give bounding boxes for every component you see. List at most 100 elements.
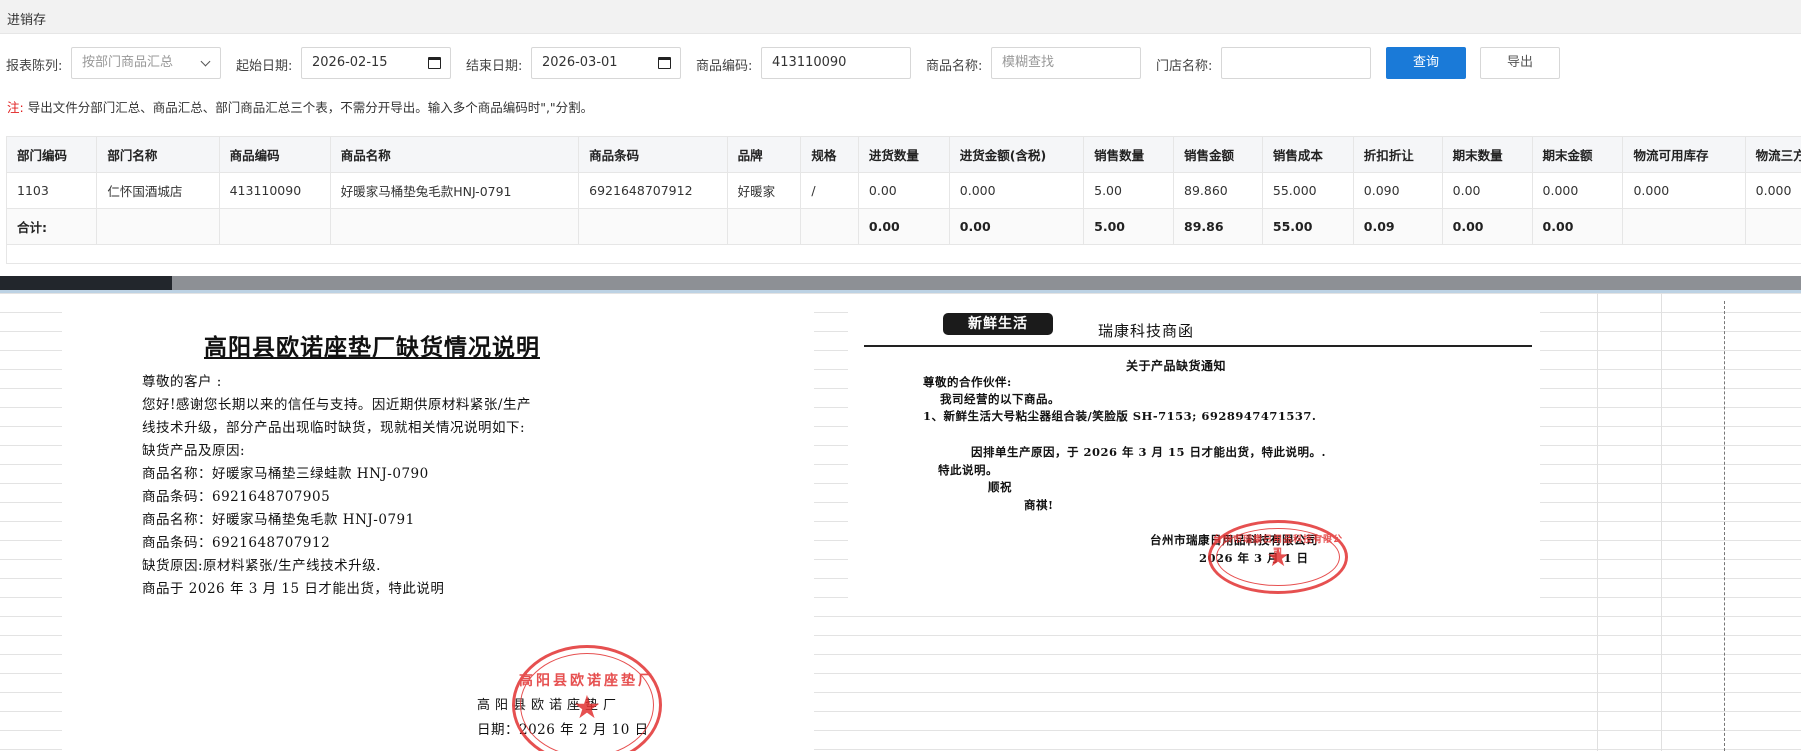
product-code-label: 商品编码:	[696, 59, 753, 74]
table-cell: 好暖家	[727, 172, 802, 209]
table-cell: 1103	[7, 172, 98, 209]
column-header[interactable]: 进货数量	[858, 137, 950, 173]
star-icon: ★	[572, 688, 602, 726]
table-cell: 0.090	[1353, 172, 1443, 209]
table-cell: 6921648707912	[578, 172, 728, 209]
document-line: 您好!感谢您长期以来的信任与支持。因近期供原材料紧张/生产	[142, 397, 531, 413]
end-date-value: 2026-03-01	[542, 55, 618, 70]
horizontal-scrollbar[interactable]	[0, 276, 1801, 290]
table-row[interactable]: 1103 仁怀国酒城店 413110090 好暖家马桶垫兔毛款HNJ-0791 …	[7, 172, 1801, 209]
document-line: 商品于 2026 年 3 月 15 日才能出货，特此说明	[142, 581, 445, 597]
scrollbar-thumb[interactable]	[0, 276, 172, 290]
document-title: 高阳县欧诺座垫厂缺货情况说明	[204, 334, 540, 361]
column-header[interactable]: 部门名称	[96, 137, 220, 173]
table-summary-row: 合计: 0.00 0.00 5.00 89.86 55.00 0.09 0.00…	[7, 208, 1801, 245]
summary-cell: 0.00	[1442, 208, 1533, 245]
summary-cell: 0.09	[1353, 208, 1443, 245]
report-table: 部门编码 部门名称 商品编码 商品名称 商品条码 品牌 规格 进货数量 进货金额…	[6, 136, 1801, 264]
summary-cell	[1622, 208, 1746, 245]
notice-line: 顺祝	[988, 480, 1012, 494]
start-date-label: 起始日期:	[236, 59, 293, 74]
table-cell: 55.000	[1262, 172, 1354, 209]
column-header[interactable]: 商品编码	[219, 137, 331, 173]
product-name-placeholder: 模糊查找	[1002, 55, 1055, 70]
end-date-input[interactable]: 2026-03-01	[531, 47, 681, 79]
table-cell: 5.00	[1083, 172, 1175, 209]
end-date-label: 结束日期:	[466, 59, 523, 74]
summary-cell	[219, 208, 331, 245]
table-cell: 0.000	[1622, 172, 1746, 209]
column-header[interactable]: 进货金额(含税)	[949, 137, 1085, 173]
summary-cell: 55.00	[1262, 208, 1354, 245]
document-line: 尊敬的客户 :	[142, 374, 222, 390]
column-header[interactable]: 销售成本	[1262, 137, 1354, 173]
company-seal-stamp: 高阳县欧诺座垫厂 ★	[512, 645, 662, 751]
product-code-value: 413110090	[772, 55, 847, 70]
letterhead-rule	[864, 345, 1532, 347]
app-title: 进销存	[7, 13, 47, 28]
table-cell: 好暖家马桶垫兔毛款HNJ-0791	[330, 172, 580, 209]
calendar-icon[interactable]	[428, 57, 441, 69]
column-header[interactable]: 期末金额	[1532, 137, 1624, 173]
column-header[interactable]: 期末数量	[1442, 137, 1533, 173]
document-line: 商品名称：好暖家马桶垫三绿蛙款 HNJ-0790	[142, 466, 429, 482]
summary-cell: 89.86	[1173, 208, 1263, 245]
star-icon: ★	[1266, 543, 1290, 573]
summary-cell	[96, 208, 220, 245]
summary-cell	[800, 208, 859, 245]
report-type-select[interactable]: 按部门商品汇总	[71, 47, 221, 79]
chevron-down-icon	[200, 56, 211, 67]
notice-line: 我司经营的以下商品。	[940, 392, 1060, 406]
column-header[interactable]: 销售数量	[1083, 137, 1175, 173]
calendar-icon[interactable]	[658, 57, 671, 69]
note-text: 导出文件分部门汇总、商品汇总、部门商品汇总三个表，不需分开导出。输入多个商品编码…	[27, 100, 594, 115]
store-name-input[interactable]	[1221, 47, 1371, 79]
export-button[interactable]: 导出	[1480, 47, 1560, 79]
company-seal-stamp: 台州市瑞康日用品科技有限公司 ★	[1208, 520, 1348, 594]
product-name-input[interactable]: 模糊查找	[991, 47, 1141, 79]
table-cell: 0.00	[858, 172, 950, 209]
shortage-notice-document-1: 高阳县欧诺座垫厂缺货情况说明 尊敬的客户 : 您好!感谢您长期以来的信任与支持。…	[62, 300, 814, 751]
summary-cell: 0.00	[949, 208, 1085, 245]
notice-line: 商祺!	[1024, 498, 1054, 512]
table-cell: 89.860	[1173, 172, 1263, 209]
document-line: 商品名称：好暖家马桶垫兔毛款 HNJ-0791	[142, 512, 415, 528]
summary-cell: 0.00	[1532, 208, 1624, 245]
summary-cell	[330, 208, 580, 245]
column-header[interactable]: 品牌	[727, 137, 802, 173]
start-date-input[interactable]: 2026-02-15	[301, 47, 451, 79]
app-title-bar: 进销存	[0, 0, 1801, 34]
report-type-value: 按部门商品汇总	[82, 55, 174, 70]
notice-heading: 关于产品缺货通知	[1126, 359, 1227, 373]
document-line: 缺货产品及原因:	[142, 443, 246, 459]
notice-line: 1、新鲜生活大号粘尘器组合装/笑脸版 SH-7153; 692894747153…	[923, 409, 1317, 423]
summary-cell: 合计:	[7, 208, 98, 245]
query-button[interactable]: 查询	[1386, 47, 1466, 79]
table-header-row: 部门编码 部门名称 商品编码 商品名称 商品条码 品牌 规格 进货数量 进货金额…	[7, 137, 1801, 173]
table-cell: /	[800, 172, 859, 209]
document-line: 商品条码：6921648707905	[142, 489, 331, 505]
column-header[interactable]: 部门编码	[7, 137, 98, 173]
summary-cell	[1745, 208, 1801, 245]
page-break-line	[1724, 301, 1725, 751]
grid-line	[1661, 293, 1662, 751]
letterhead-company: 瑞康科技商函	[1098, 322, 1195, 340]
shortage-notice-document-2: 新鲜生活 瑞康科技商函 关于产品缺货通知 尊敬的合作伙伴: 我司经营的以下商品。…	[848, 300, 1540, 600]
summary-cell	[727, 208, 802, 245]
notice-greeting: 尊敬的合作伙伴:	[923, 375, 1012, 389]
column-header[interactable]: 物流三方库	[1745, 137, 1801, 173]
brand-logo: 新鲜生活	[943, 313, 1053, 335]
seal-text: 高阳县欧诺座垫厂	[519, 673, 655, 689]
table-cell: 0.000	[1532, 172, 1624, 209]
column-header[interactable]: 商品条码	[578, 137, 728, 173]
column-header[interactable]: 物流可用库存	[1622, 137, 1746, 173]
export-note: 注: 导出文件分部门汇总、商品汇总、部门商品汇总三个表，不需分开导出。输入多个商…	[7, 97, 593, 116]
product-code-input[interactable]: 413110090	[761, 47, 911, 79]
grid-line	[1597, 293, 1598, 751]
column-header[interactable]: 规格	[800, 137, 859, 173]
column-header[interactable]: 商品名称	[330, 137, 580, 173]
column-header[interactable]: 销售金额	[1173, 137, 1263, 173]
column-header[interactable]: 折扣折让	[1353, 137, 1443, 173]
document-line: 商品条码：6921648707912	[142, 535, 331, 551]
store-name-label: 门店名称:	[1156, 59, 1213, 74]
